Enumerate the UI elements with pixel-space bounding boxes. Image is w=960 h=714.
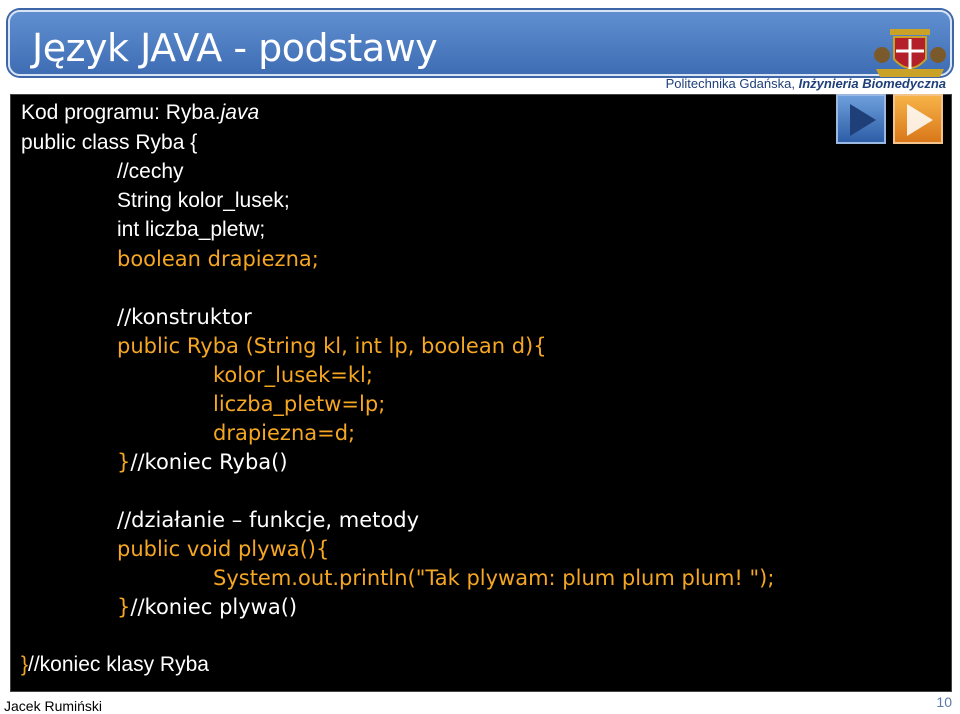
code-line-ctor-decl: public Ryba (String kl, int lp, boolean … [117, 334, 547, 358]
play-right-icon [907, 104, 933, 136]
code-line-ctor-body-3: drapiezna=d; [213, 421, 356, 445]
institution-dept: Inżynieria Biomedyczna [798, 76, 946, 91]
code-header-bold: Kod programu: Ryba. [21, 101, 221, 124]
code-header: Kod programu: Ryba.java [21, 101, 259, 125]
university-crest-icon [874, 29, 946, 77]
code-line-field-2: int liczba_pletw; [117, 218, 266, 241]
code-line-field-3: boolean drapiezna; [117, 247, 319, 271]
code-line-comment-methods: //działanie – funkcje, metody [117, 508, 419, 532]
code-brace: } [117, 450, 131, 474]
code-line-method-decl: public void plywa(){ [117, 537, 330, 561]
code-comment-class-end: //koniec klasy Ryba [28, 653, 209, 676]
code-line-ctor-body-2: liczba_pletw=lp; [213, 392, 386, 416]
nav-forward-button[interactable] [893, 94, 943, 144]
code-line-method-end: }//koniec plywa() [117, 595, 297, 619]
code-line-method-body: System.out.println("Tak plywam: plum plu… [213, 566, 775, 590]
code-comment-method-end: //koniec plywa() [130, 595, 298, 619]
code-line-comment-fields: //cechy [117, 160, 184, 183]
code-line-field-1: String kolor_lusek; [117, 189, 290, 212]
code-panel: Kod programu: Ryba.java public class Ryb… [10, 94, 952, 692]
code-line-ctor-end: }//koniec Ryba() [117, 450, 288, 474]
code-line-class-decl: public class Ryba { [21, 131, 198, 154]
code-header-italic: java [220, 101, 260, 124]
code-brace: } [117, 595, 131, 619]
code-line-ctor-body-1: kolor_lusek=kl; [213, 363, 373, 387]
page-number: 10 [936, 694, 952, 710]
code-line-comment-ctor: //konstruktor [117, 305, 252, 329]
title-bar: Język JAVA - podstawy [8, 10, 952, 77]
play-left-icon [850, 104, 876, 136]
slide-title: Język JAVA - podstawy [32, 26, 438, 70]
code-comment-ctor-end: //koniec Ryba() [130, 450, 288, 474]
institution-name: Politechnika Gdańska, [665, 76, 795, 91]
institution-label: Politechnika Gdańska, Inżynieria Biomedy… [666, 76, 946, 91]
nav-back-button[interactable] [836, 94, 886, 144]
code-brace: } [21, 653, 29, 676]
code-line-class-end: }//koniec klasy Ryba [21, 653, 209, 677]
